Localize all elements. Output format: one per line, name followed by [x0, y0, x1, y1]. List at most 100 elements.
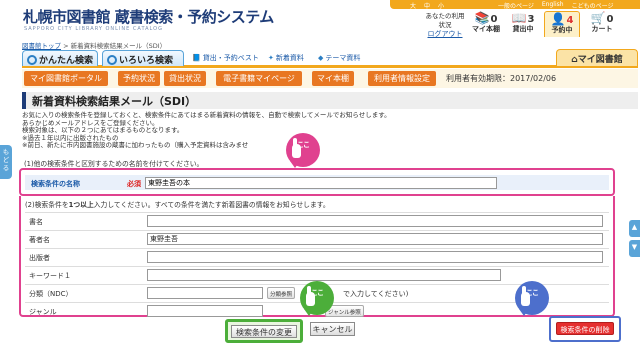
title-input[interactable] — [147, 215, 603, 227]
book-stack-icon: 📖 — [511, 11, 527, 25]
magnifier-icon — [27, 55, 37, 65]
site-logo-subtitle: SAPPORO CITY LIBRARY ONLINE CATALOG — [24, 26, 163, 32]
best-borrowed-label: 貸出・予約ベスト — [202, 54, 259, 62]
main-tabs: かんたん検索 いろいろ検索 📘 貸出・予約ベスト ✦ 新着資料 ◆ テーマ資料 ⌂マイ… — [22, 49, 638, 68]
cancel-button[interactable]: キャンセル — [310, 322, 355, 336]
cart-icon: 🛒 — [590, 11, 606, 25]
logout-link[interactable]: ログアウト — [425, 30, 465, 39]
keyword-label: キーワード１ — [29, 272, 71, 280]
delete-conditions-button[interactable]: 検索条件の削除 — [556, 322, 614, 335]
tab-my-library[interactable]: ⌂マイ図書館 — [556, 49, 638, 66]
title-label: 書名 — [29, 218, 43, 226]
ndc-label: 分類（NDC） — [29, 290, 73, 298]
login-status: あなたの利用状況 ログアウト — [425, 12, 465, 39]
site-logo[interactable]: 札幌市図書館 蔵書検索・予約システム — [23, 6, 274, 27]
magnifier-icon — [107, 55, 117, 65]
borrowing-count: 3 — [527, 14, 535, 25]
person-icon: 👤 — [550, 12, 566, 26]
books-icon: 📚 — [474, 11, 490, 25]
my-library-nav: マイ図書館ポータル 予約状況 貸出状況 電子書籍マイページ マイ本棚 利用者情報… — [22, 69, 638, 88]
keyword-input[interactable] — [147, 269, 501, 281]
ndc-note: で入力してください) — [343, 290, 409, 298]
callout-text: ここ — [297, 141, 310, 149]
reserved-count: 4 — [566, 15, 574, 26]
nav-my-bookshelf[interactable]: マイ本棚 — [312, 71, 354, 86]
field-row-title: 書名 — [25, 212, 609, 229]
nav-borrowing-status[interactable]: 貸出状況 — [164, 71, 206, 86]
section1-instruction: (1)他の検索条件と区別するための名前を付けてください。 — [24, 160, 204, 168]
required-badge: 必須 — [127, 180, 141, 188]
condition-name-input[interactable] — [145, 177, 497, 189]
condition-name-box: 検索条件の名称 必須 — [19, 168, 615, 196]
callout-tail — [290, 161, 300, 168]
breadcrumb-separator: > — [63, 42, 69, 50]
field-row-publisher: 出版者 — [25, 248, 609, 265]
page-description: お気に入りの検索条件を登録しておくと、検索条件にあてはまる新着資料の情報を、自動… — [22, 111, 391, 150]
english-link[interactable]: English — [542, 1, 564, 10]
genre-label: ジャンル — [29, 308, 57, 316]
font-size-small[interactable]: 小 — [438, 1, 444, 10]
author-input[interactable] — [147, 233, 603, 245]
publisher-input[interactable] — [147, 251, 603, 263]
callout-tail — [304, 309, 314, 316]
change-search-conditions-button[interactable]: 検索条件の変更 — [231, 325, 297, 338]
top-links: 一般のページ English こどものページ — [498, 1, 613, 10]
font-size-medium[interactable]: 中 — [424, 1, 430, 10]
new-materials-label: 新着資料 — [275, 54, 304, 62]
search-change-highlight: 検索条件の変更 — [225, 319, 303, 343]
callout-tail — [519, 309, 529, 316]
genre-input[interactable] — [147, 305, 263, 317]
nav-reservation-status[interactable]: 予約状況 — [118, 71, 160, 86]
back-side-tab[interactable]: もどる — [0, 145, 12, 179]
my-bookshelf-label: マイ本棚 — [472, 25, 500, 33]
scroll-down-icon[interactable]: ▼ — [629, 240, 640, 257]
my-bookshelf-shortcut[interactable]: 📚0 マイ本棚 — [468, 11, 504, 37]
delete-highlight: 検索条件の削除 — [549, 316, 621, 342]
tab-simple-search[interactable]: かんたん検索 — [22, 50, 98, 66]
tab-my-library-label: マイ図書館 — [577, 55, 623, 65]
user-expiry-date: 利用者有効期限：2017/02/06 — [446, 74, 557, 83]
font-size-switcher: 大 中 小 — [410, 1, 444, 10]
my-bookshelf-count: 0 — [490, 14, 498, 25]
borrowing-label: 貸出中 — [512, 25, 534, 33]
section2-suffix: 入力してください。すべての条件を満たす新着図書の情報をお知らせします。 — [93, 201, 330, 209]
breadcrumb-home[interactable]: 図書館トップ — [22, 42, 61, 50]
field-row-author: 著者名 — [25, 230, 609, 247]
condition-name-row: 検索条件の名称 必須 — [25, 175, 609, 190]
section2-instruction: (2)検索条件を1つ以上入力してください。すべての条件を満たす新着図書の情報をお… — [25, 199, 330, 209]
breadcrumb-current: 新着資料検索結果メール（SDI） — [70, 42, 167, 50]
borrowing-shortcut[interactable]: 📖3 貸出中 — [505, 11, 541, 37]
breadcrumb: 図書館トップ > 新着資料検索結果メール（SDI） — [22, 40, 166, 50]
general-page-link[interactable]: 一般のページ — [498, 1, 534, 10]
tag-icon: ◆ — [318, 54, 324, 62]
nav-ebook-mypage[interactable]: 電子書籍マイページ — [216, 71, 302, 86]
callout-here-pink: ここ — [286, 133, 320, 168]
callout-text: ここ — [526, 289, 539, 297]
nav-user-settings[interactable]: 利用者情報設定 — [368, 71, 436, 86]
cart-count: 0 — [606, 14, 614, 25]
theme-materials-label: テーマ資料 — [325, 54, 361, 62]
cart-shortcut[interactable]: 🛒0 カート — [584, 11, 620, 37]
scroll-up-icon[interactable]: ▲ — [629, 220, 640, 237]
theme-materials-link[interactable]: ◆ テーマ資料 — [318, 53, 360, 63]
new-materials-link[interactable]: ✦ 新着資料 — [268, 53, 304, 63]
kids-page-link[interactable]: こどものページ — [572, 1, 614, 10]
nav-my-library-portal[interactable]: マイ図書館ポータル — [24, 71, 108, 86]
tab-simple-search-label: かんたん検索 — [39, 56, 94, 66]
section2-emphasis: 1つ以上 — [68, 201, 94, 209]
cart-label: カート — [591, 25, 613, 33]
page-title: 新着資料検索結果メール（SDI） — [22, 92, 638, 109]
font-size-large[interactable]: 大 — [410, 1, 416, 10]
callout-here-blue: ここ — [515, 281, 549, 316]
ndc-reference-button[interactable]: 分類参照 — [267, 287, 296, 299]
reserved-label: 予約中 — [551, 26, 573, 34]
best-borrowed-link[interactable]: 📘 貸出・予約ベスト — [192, 53, 259, 63]
site-header: 札幌市図書館 蔵書検索・予約システム SAPPORO CITY LIBRARY … — [0, 0, 640, 38]
ndc-input[interactable] — [147, 287, 263, 299]
reserved-shortcut[interactable]: 👤4 予約中 — [544, 11, 580, 37]
section2-prefix: (2)検索条件を — [25, 201, 69, 209]
condition-name-label: 検索条件の名称 — [31, 180, 80, 188]
tab-various-search[interactable]: いろいろ検索 — [102, 50, 184, 66]
callout-text: ここ — [311, 289, 324, 297]
author-label: 著者名 — [29, 236, 50, 244]
